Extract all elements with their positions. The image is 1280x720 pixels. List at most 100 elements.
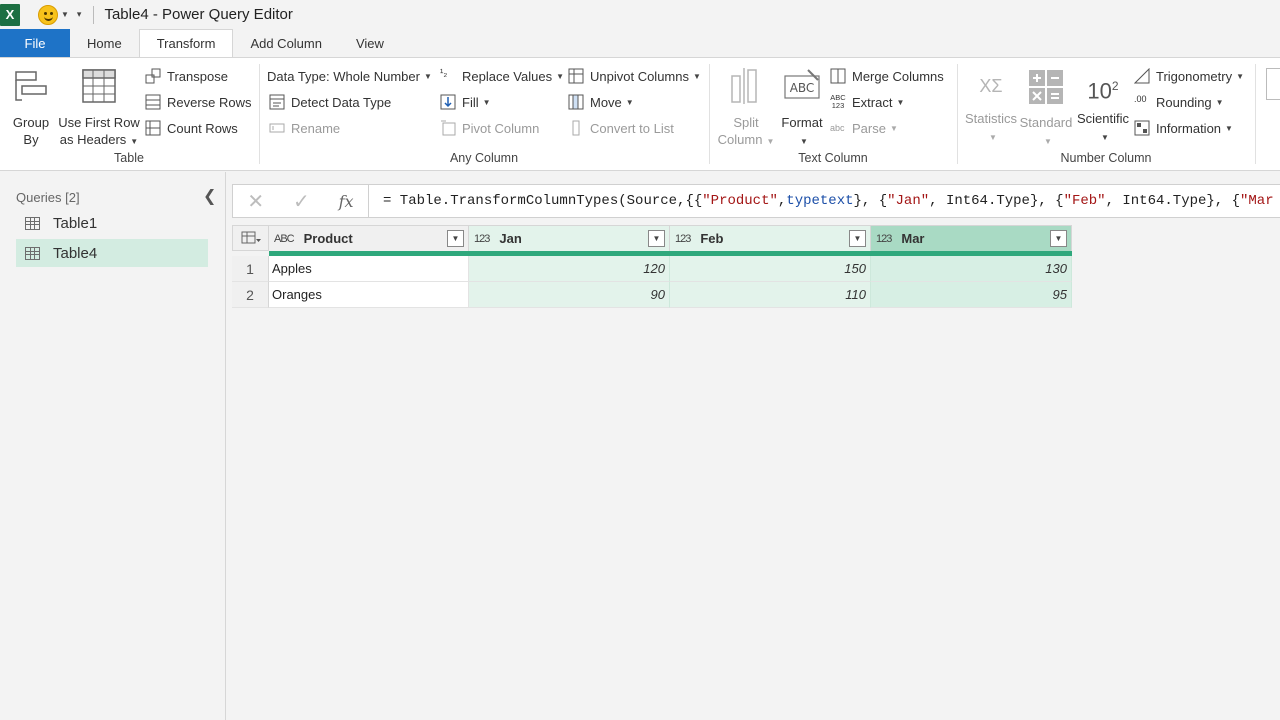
rounding-icon: .00 [1134, 94, 1147, 104]
query-item-table1[interactable]: Table1 [16, 209, 208, 237]
reverse-rows-button[interactable]: Reverse Rows [145, 91, 252, 113]
tab-add-column[interactable]: Add Column [233, 29, 339, 57]
pivot-column-icon [440, 120, 456, 136]
fill-label: Fill [462, 94, 479, 110]
replace-values-button[interactable]: ¹₂ Replace Values ▼ [440, 65, 564, 87]
text-type-icon[interactable]: ABC [274, 233, 295, 245]
trigonometry-label: Trigonometry [1156, 68, 1233, 84]
date-column-icon[interactable] [1266, 68, 1280, 100]
query-item-table4[interactable]: Table4 [16, 239, 208, 267]
extract-button[interactable]: ABC 123 Extract ▼ [830, 91, 904, 113]
rename-button[interactable]: Rename [269, 117, 340, 139]
rounding-label: Rounding [1156, 94, 1212, 110]
row-number[interactable]: 2 [232, 282, 269, 308]
chevron-down-icon: ▼ [1101, 133, 1109, 142]
ribbon-separator [1255, 64, 1256, 164]
chevron-down-icon: ▼ [1236, 71, 1245, 81]
table-cell[interactable]: Apples [269, 256, 469, 282]
quick-access-customize-icon[interactable]: ▾ [77, 9, 82, 20]
transpose-button[interactable]: Transpose [145, 65, 228, 87]
whole-number-type-icon[interactable]: 123 [876, 233, 892, 245]
unpivot-columns-label: Unpivot Columns [590, 68, 689, 84]
formula-segment: type [786, 193, 820, 209]
formula-input[interactable]: = Table.TransformColumnTypes(Source,{{"P… [383, 185, 1279, 217]
split-column-label-1: Split [733, 115, 759, 130]
pivot-column-button[interactable]: Pivot Column [440, 117, 539, 139]
column-header-mar[interactable]: 123 Mar ▼ [871, 225, 1072, 251]
chevron-down-icon: ▼ [625, 97, 634, 107]
table-cell[interactable]: 95 [871, 282, 1072, 308]
table-cell[interactable]: 90 [469, 282, 670, 308]
standard-button[interactable]: Standard ▼ [1016, 66, 1076, 150]
convert-to-list-button[interactable]: Convert to List [568, 117, 674, 139]
group-by-button[interactable]: Group By [6, 66, 56, 148]
convert-to-list-label: Convert to List [590, 120, 674, 136]
column-header-label: Product [303, 231, 353, 246]
use-first-row-as-headers-button[interactable]: Use First Row as Headers ▼ [56, 66, 142, 150]
formula-buttons: ✕ ✓ fx [233, 185, 369, 217]
column-header-label: Jan [499, 231, 522, 246]
column-header-jan[interactable]: 123 Jan ▼ [469, 225, 670, 251]
whole-number-type-icon[interactable]: 123 [474, 233, 490, 245]
fill-down-icon [440, 94, 456, 110]
scientific-button[interactable]: 102 Scientific ▼ [1074, 66, 1132, 146]
information-button[interactable]: Information ▼ [1134, 117, 1233, 139]
table-cell[interactable]: 130 [871, 256, 1072, 282]
merge-columns-button[interactable]: Merge Columns [830, 65, 944, 87]
row-number[interactable]: 1 [232, 256, 269, 282]
abc-icon-text: ABC [790, 81, 815, 95]
column-header-feb[interactable]: 123 Feb ▼ [670, 225, 871, 251]
group-by-icon [15, 71, 47, 101]
chevron-down-icon: ▼ [693, 71, 701, 81]
table-cell[interactable]: 120 [469, 256, 670, 282]
split-column-button[interactable]: Split Column ▼ [714, 66, 778, 150]
formula-segment: , Int64.Type}, { [1105, 193, 1240, 209]
feedback-smiley-icon[interactable] [38, 4, 58, 25]
filter-dropdown-chevron-down-icon[interactable]: ▼ [648, 230, 665, 247]
title-bar: X ▼ ▾ Table4 - Power Query Editor [0, 0, 1280, 29]
tab-transform[interactable]: Transform [138, 29, 234, 57]
excel-icon: X [0, 3, 20, 26]
table-menu-button[interactable] [232, 225, 269, 251]
detect-data-type-button[interactable]: Detect Data Type [269, 91, 391, 113]
first-row-headers-icon [82, 69, 116, 103]
formula-segment: text [819, 193, 854, 209]
unpivot-columns-button[interactable]: Unpivot Columns ▼ [568, 65, 701, 87]
count-rows-button[interactable]: Count Rows [145, 117, 238, 139]
group-by-label-2: By [23, 132, 39, 147]
parse-button[interactable]: abc Parse ▼ [830, 117, 898, 139]
table-cell[interactable]: 110 [670, 282, 871, 308]
tab-file[interactable]: File [0, 29, 70, 57]
group-by-label-1: Group [12, 115, 50, 130]
format-button[interactable]: ABC Format ▼ [778, 66, 826, 150]
filter-dropdown-chevron-down-icon[interactable]: ▼ [1050, 230, 1067, 247]
format-label: Format [781, 115, 823, 130]
filter-dropdown-chevron-down-icon[interactable]: ▼ [447, 230, 464, 247]
move-button[interactable]: Move ▼ [568, 91, 634, 113]
merge-columns-label: Merge Columns [852, 68, 944, 84]
whole-number-type-icon[interactable]: 123 [675, 233, 691, 245]
scientific-icon: 102 [1083, 66, 1123, 106]
information-label: Information [1156, 120, 1222, 136]
trigonometry-button[interactable]: Trigonometry ▼ [1133, 65, 1245, 87]
cancel-close-icon[interactable]: ✕ [247, 189, 264, 214]
transpose-label: Transpose [167, 68, 228, 84]
tab-home[interactable]: Home [70, 29, 139, 57]
rounding-button[interactable]: .00 Rounding ▼ [1134, 91, 1224, 113]
feedback-chevron-down-icon[interactable]: ▼ [61, 10, 69, 19]
tab-view[interactable]: View [339, 29, 401, 57]
table-cell[interactable]: Oranges [269, 282, 469, 308]
format-abc-icon: ABC [784, 69, 820, 99]
collapse-pane-chevron-left-icon[interactable]: ❮ [203, 186, 216, 206]
data-type-dropdown[interactable]: Data Type: Whole Number ▼ [267, 65, 432, 87]
column-header-label: Mar [901, 231, 925, 246]
fill-button[interactable]: Fill ▼ [440, 91, 491, 113]
parse-label: Parse [852, 120, 886, 136]
statistics-button[interactable]: XΣ Statistics ▼ [960, 66, 1022, 146]
rename-icon [269, 120, 285, 136]
filter-dropdown-chevron-down-icon[interactable]: ▼ [849, 230, 866, 247]
insert-function-fx-icon[interactable]: fx [339, 192, 354, 211]
column-header-product[interactable]: ABC Product ▼ [269, 225, 469, 251]
confirm-check-icon[interactable]: ✓ [293, 189, 310, 214]
table-cell[interactable]: 150 [670, 256, 871, 282]
